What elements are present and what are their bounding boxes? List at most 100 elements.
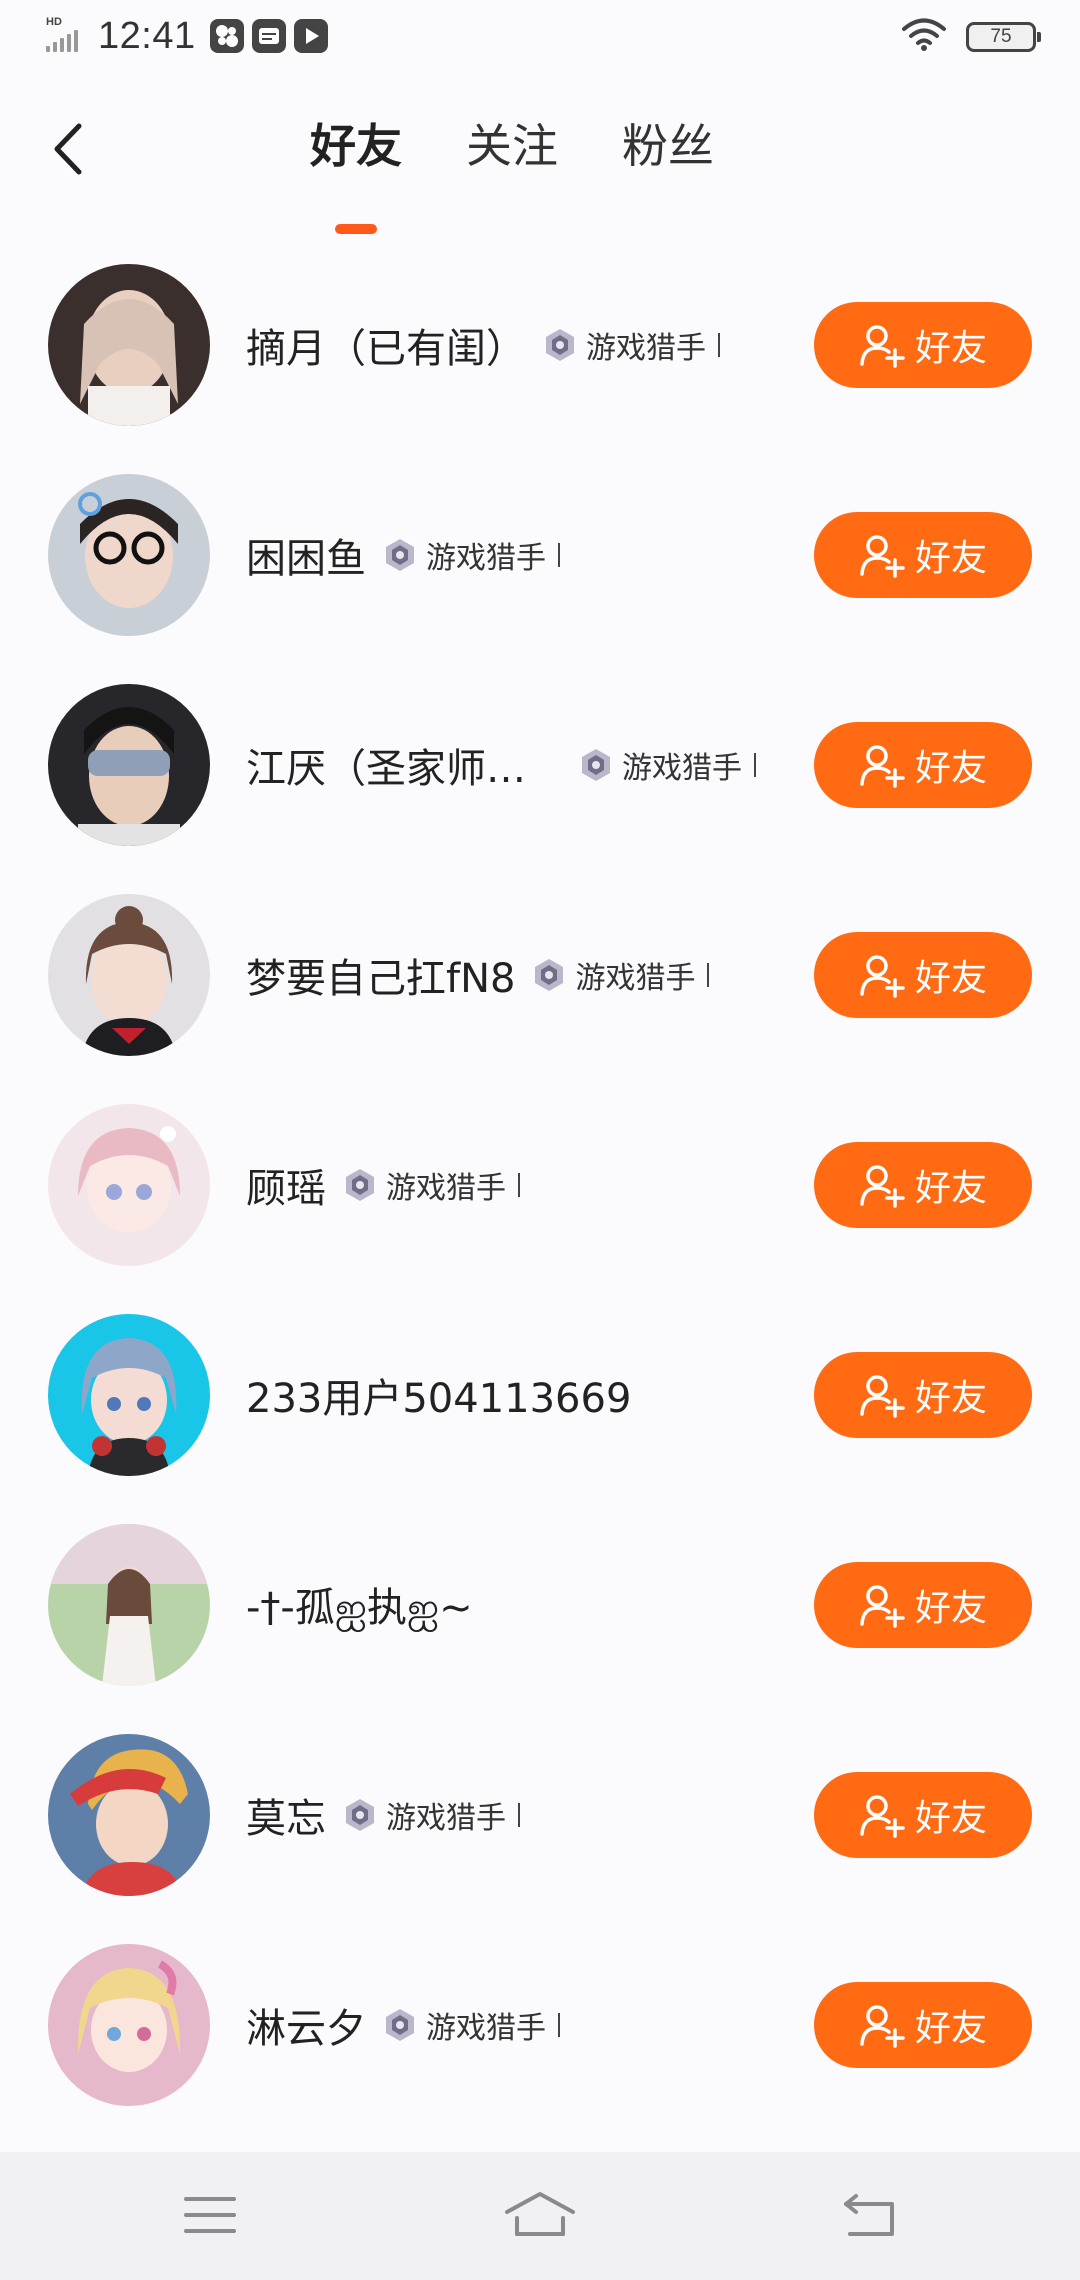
menu-button[interactable] [170,2180,250,2250]
badge: 游戏猎手 [531,953,710,997]
return-icon [844,2194,894,2236]
badge: 游戏猎手 [542,323,720,367]
wifi-icon [902,18,946,56]
add-user-icon [860,1585,905,1628]
badge-divider [707,963,710,987]
friend-name: 梦要自己扛fN8 [246,956,516,1002]
avatar[interactable] [48,1944,210,2106]
add-user-icon [860,2005,905,2048]
friend-name: 淋云夕 [246,2006,366,2052]
badge-divider [558,2013,560,2037]
signal-icon: HD [44,16,88,56]
friend-name: 莫忘 [246,1796,326,1842]
friend-button[interactable]: 好友 [814,1982,1032,2068]
friend-row[interactable]: 莫忘 游戏猎手 好友 [0,1710,1080,1920]
friend-button-label: 好友 [914,2008,987,2049]
game-hunter-badge-icon [542,327,578,363]
friend-button[interactable]: 好友 [814,302,1032,388]
message-notification-icon [251,19,286,53]
tab-bar: 好友 关注 粉丝 [310,110,778,234]
network-label: HD [46,16,62,28]
battery-icon: 75 [966,22,1041,52]
tab-following-label: 关注 [466,119,558,173]
friend-row[interactable]: 困困鱼 游戏猎手 好友 [0,450,1080,660]
chevron-left-icon [54,123,82,175]
app-notification-icon [209,19,244,53]
friend-row[interactable]: 顾瑶 游戏猎手 好友 [0,1080,1080,1290]
badge-label: 游戏猎手 [386,1801,506,1836]
badge-label: 游戏猎手 [622,751,742,786]
add-user-icon [860,325,905,368]
badge-label: 游戏猎手 [386,1171,506,1206]
friend-button[interactable]: 好友 [814,932,1032,1018]
game-hunter-badge-icon [578,747,614,783]
header: 好友 关注 粉丝 [0,90,1080,234]
tab-following[interactable]: 关注 [466,110,558,220]
status-bar: HD 12:41 75 [0,0,1080,72]
badge-divider [518,1803,520,1827]
tab-friends-label: 好友 [310,119,402,173]
avatar[interactable] [48,894,210,1056]
home-button[interactable] [500,2180,580,2250]
friend-name: 困困鱼 [246,536,366,582]
friend-name: 顾瑶 [246,1166,326,1212]
tab-fans[interactable]: 粉丝 [622,110,714,220]
friend-button[interactable]: 好友 [814,1352,1032,1438]
home-icon [505,2192,575,2236]
active-tab-indicator [335,224,377,234]
friend-name: 摘月（已有闺） [246,326,526,372]
system-nav-bar [0,2152,1080,2280]
badge: 游戏猎手 [342,1793,520,1837]
badge: 游戏猎手 [578,743,756,787]
friend-row[interactable]: 摘月（已有闺） 游戏猎手 好友 [0,240,1080,450]
avatar[interactable] [48,1524,210,1686]
friend-row[interactable]: 江厌（圣家师… 游戏猎手 好友 [0,660,1080,870]
friend-button[interactable]: 好友 [814,1562,1032,1648]
friend-button-label: 好友 [914,1168,987,1209]
avatar[interactable] [48,1104,210,1266]
friend-row[interactable]: 梦要自己扛fN8 游戏猎手 好友 [0,870,1080,1080]
game-hunter-badge-icon [342,1797,378,1833]
badge-label: 游戏猎手 [575,961,696,996]
badge-divider [718,333,720,357]
status-right: 75 [902,18,1041,56]
badge-divider [558,543,560,567]
friend-button-label: 好友 [914,328,987,369]
video-notification-icon [293,19,328,53]
badge: 游戏猎手 [342,1163,520,1207]
friend-name: 233用户504113669 [246,1376,632,1422]
avatar[interactable] [48,1734,210,1896]
friend-button[interactable]: 好友 [814,1772,1032,1858]
friend-button-label: 好友 [914,1588,987,1629]
friend-row[interactable]: -†-孤ஐ执ஐ~ 好友 [0,1500,1080,1710]
friend-button-label: 好友 [914,748,987,789]
back-button[interactable] [40,114,96,184]
game-hunter-badge-icon [382,537,418,573]
friend-button-label: 好友 [914,1798,987,1839]
avatar[interactable] [48,474,210,636]
badge-label: 游戏猎手 [586,331,706,366]
friend-row[interactable]: 淋云夕 游戏猎手 好友 [0,1920,1080,2130]
avatar[interactable] [48,264,210,426]
friend-name: 江厌（圣家师… [246,746,526,792]
avatar[interactable] [48,684,210,846]
badge-divider [518,1173,520,1197]
friend-name: -†-孤ஐ执ஐ~ [246,1584,473,1631]
friend-row[interactable]: 233用户504113669 好友 [0,1290,1080,1500]
badge-label: 游戏猎手 [426,2011,546,2046]
friend-button[interactable]: 好友 [814,722,1032,808]
screen: HD 12:41 75 好友 关注 粉丝 摘月（已有闺） 游戏猎手 好友 困困鱼… [0,0,1080,2280]
friend-button[interactable]: 好友 [814,1142,1032,1228]
battery-level: 75 [990,26,1012,47]
menu-icon [184,2197,236,2233]
avatar[interactable] [48,1314,210,1476]
add-user-icon [860,745,905,788]
game-hunter-badge-icon [382,2007,418,2043]
friend-button-label: 好友 [914,538,987,579]
add-user-icon [860,1165,905,1208]
badge: 游戏猎手 [382,533,560,577]
add-user-icon [860,955,905,998]
friend-button[interactable]: 好友 [814,512,1032,598]
return-button[interactable] [830,2180,910,2250]
tab-friends[interactable]: 好友 [310,110,402,234]
